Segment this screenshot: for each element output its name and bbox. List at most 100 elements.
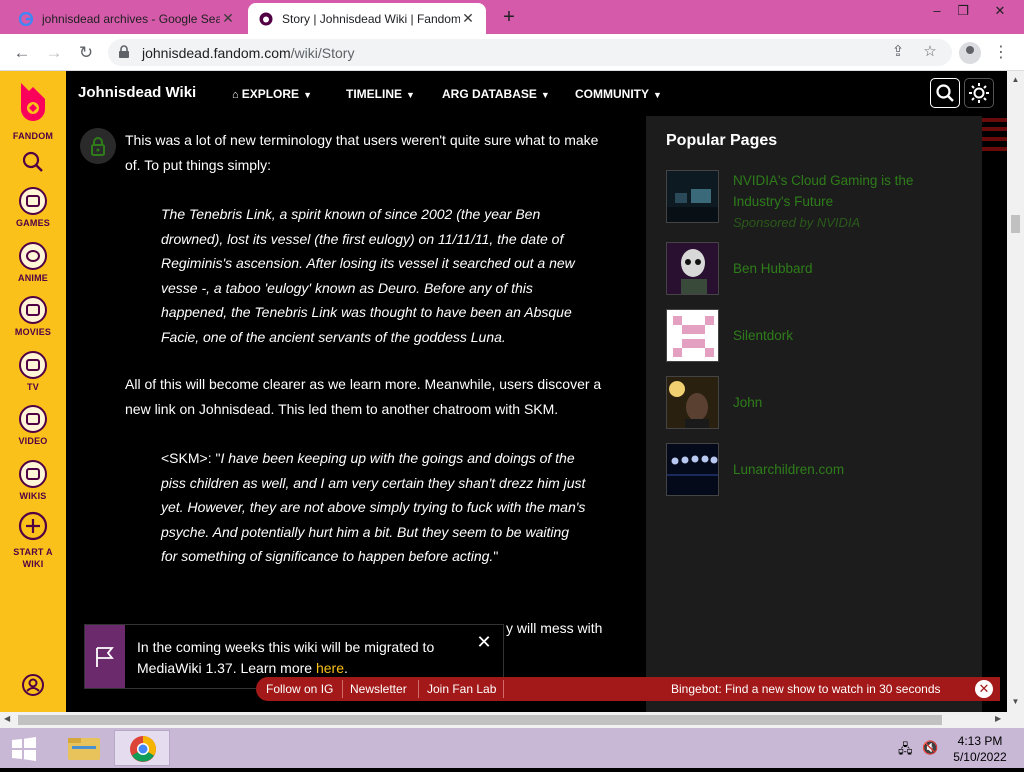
article-paragraph: This was a lot of new terminology that u…: [125, 132, 599, 173]
browser-tab-strip: johnisdead archives - Google Sea ✕ Story…: [0, 0, 1024, 34]
flag-icon: [96, 647, 114, 667]
background-stripe: [982, 137, 1007, 141]
lock-icon[interactable]: [118, 45, 130, 64]
forward-button[interactable]: →: [42, 41, 66, 65]
search-icon: [22, 151, 43, 172]
chevron-down-icon: ▼: [406, 90, 415, 100]
restore-button[interactable]: ❐: [946, 0, 980, 24]
profile-avatar-icon[interactable]: [959, 42, 981, 64]
address-bar[interactable]: johnisdead.fandom.com/wiki/Story ⇪ ☆: [108, 39, 952, 66]
tab-fandom-story[interactable]: Story | Johnisdead Wiki | Fandom ✕: [248, 3, 486, 34]
join-fan-lab-link[interactable]: Join Fan Lab: [427, 682, 496, 696]
rail-label: TV: [27, 382, 39, 392]
close-tab-icon[interactable]: ✕: [220, 10, 236, 27]
bookmark-star-icon[interactable]: ☆: [920, 42, 940, 62]
background-stripe: [982, 118, 1007, 122]
article-quote: <SKM>: "I have been keeping up with the …: [161, 446, 586, 569]
divider: [503, 680, 504, 698]
close-promo-icon[interactable]: ✕: [975, 680, 993, 698]
rail-item-anime[interactable]: ANIME: [0, 242, 66, 284]
vertical-scrollbar[interactable]: ▲ ▼: [1007, 71, 1024, 712]
fandom-icon: [258, 11, 274, 27]
close-window-button[interactable]: ✕: [980, 0, 1020, 24]
nav-community[interactable]: COMMUNITY ▼: [575, 87, 662, 101]
notice-message: In the coming weeks this wiki will be mi…: [137, 637, 467, 679]
page-protection-button[interactable]: [80, 128, 116, 164]
volume-muted-icon[interactable]: 🔇: [922, 740, 938, 756]
wiki-search-button[interactable]: [930, 78, 960, 108]
chrome-taskbar-button[interactable]: [114, 730, 170, 766]
theme-toggle-button[interactable]: [964, 78, 994, 108]
close-tab-icon[interactable]: ✕: [460, 10, 476, 27]
rail-start-a-wiki[interactable]: START A WIKI: [0, 511, 66, 570]
notice-text: In the coming weeks this wiki will be mi…: [137, 639, 435, 676]
back-button[interactable]: ←: [10, 41, 34, 65]
rail-item-games[interactable]: GAMES: [0, 187, 66, 229]
popular-page-link[interactable]: John: [733, 392, 953, 413]
notice-flag-box: [85, 625, 125, 688]
rail-user-account[interactable]: [0, 673, 66, 702]
horizontal-scrollbar[interactable]: ◀ ▶: [0, 712, 1024, 728]
bingebot-link[interactable]: Bingebot: Find a new show to watch in 30…: [671, 682, 941, 696]
popular-page-item[interactable]: Lunarchildren.com: [666, 443, 966, 497]
wiki-name-link[interactable]: Johnisdead Wiki: [78, 84, 196, 101]
popular-page-link[interactable]: Ben Hubbard: [733, 258, 953, 279]
nav-label: COMMUNITY: [575, 87, 649, 101]
rail-label: START A WIKI: [13, 547, 53, 569]
popular-page-link[interactable]: Silentdork: [733, 325, 953, 346]
popular-page-label: NVIDIA's Cloud Gaming is the Industry's …: [733, 173, 914, 209]
popular-pages-module: Popular Pages NVIDIA's Cloud Gaming is t…: [646, 116, 982, 712]
fandom-global-rail: FANDOM GAMES ANIME MOVIES TV VIDEO WIKIS: [0, 71, 66, 712]
scroll-up-arrow-icon[interactable]: ▲: [1007, 75, 1024, 84]
nav-arg-database[interactable]: ARG DATABASE ▼: [442, 87, 550, 101]
notice-close-icon[interactable]: ✕: [475, 633, 493, 651]
tab-google-search[interactable]: johnisdead archives - Google Sea ✕: [8, 3, 246, 34]
tab-title: johnisdead archives - Google Sea: [42, 11, 220, 26]
system-clock[interactable]: 4:13 PM 5/10/2022: [950, 733, 1010, 765]
popular-page-item[interactable]: NVIDIA's Cloud Gaming is the Industry's …: [666, 170, 966, 230]
nav-explore[interactable]: ⌂ EXPLORE ▼: [232, 87, 312, 101]
google-icon: [18, 11, 34, 27]
scroll-down-arrow-icon[interactable]: ▼: [1007, 697, 1024, 706]
clock-time: 4:13 PM: [957, 734, 1003, 748]
john-thumbnail: [666, 376, 719, 429]
article-content: This was a lot of new terminology that u…: [66, 116, 646, 712]
reload-button[interactable]: ↻: [74, 41, 98, 65]
url-text[interactable]: johnisdead.fandom.com/wiki/Story: [142, 45, 354, 61]
rail-item-video[interactable]: VIDEO: [0, 405, 66, 447]
scrollbar-thumb[interactable]: [1011, 215, 1020, 233]
browser-menu-icon[interactable]: ⋮: [991, 42, 1011, 64]
fandom-logo-link[interactable]: FANDOM: [0, 79, 66, 142]
newsletter-link[interactable]: Newsletter: [350, 682, 407, 696]
lunarchildren-thumbnail: [666, 443, 719, 496]
user-icon: [22, 674, 44, 696]
nav-timeline[interactable]: TIMELINE ▼: [346, 87, 415, 101]
scrollbar-thumb[interactable]: [18, 715, 942, 725]
scroll-left-arrow-icon[interactable]: ◀: [4, 714, 10, 723]
rail-search-button[interactable]: [0, 151, 66, 178]
file-explorer-button[interactable]: [56, 730, 112, 766]
chrome-icon: [130, 736, 156, 762]
chevron-down-icon: ▼: [653, 90, 662, 100]
network-icon[interactable]: 🖧: [898, 740, 913, 762]
new-tab-button[interactable]: +: [498, 6, 520, 28]
popular-page-link[interactable]: NVIDIA's Cloud Gaming is the Industry's …: [733, 170, 953, 233]
follow-on-ig-link[interactable]: Follow on IG: [266, 682, 333, 696]
rail-item-movies[interactable]: MOVIES: [0, 296, 66, 338]
popular-page-item[interactable]: John: [666, 376, 966, 430]
popular-page-link[interactable]: Lunarchildren.com: [733, 459, 953, 480]
page-viewport: FANDOM GAMES ANIME MOVIES TV VIDEO WIKIS: [0, 71, 1007, 712]
popular-page-item[interactable]: Silentdork: [666, 309, 966, 363]
share-icon[interactable]: ⇪: [888, 42, 908, 62]
rail-label: VIDEO: [18, 436, 48, 446]
movies-icon: [19, 296, 47, 324]
rail-label: MOVIES: [14, 327, 52, 337]
start-button[interactable]: [10, 736, 38, 762]
scroll-right-arrow-icon[interactable]: ▶: [995, 714, 1001, 723]
nvidia-thumbnail: [666, 170, 719, 223]
popular-page-item[interactable]: Ben Hubbard: [666, 242, 966, 296]
notice-learn-more-link[interactable]: here: [316, 660, 344, 676]
rail-item-wikis[interactable]: WIKIS: [0, 460, 66, 502]
search-icon: [936, 84, 954, 102]
rail-item-tv[interactable]: TV: [0, 351, 66, 393]
